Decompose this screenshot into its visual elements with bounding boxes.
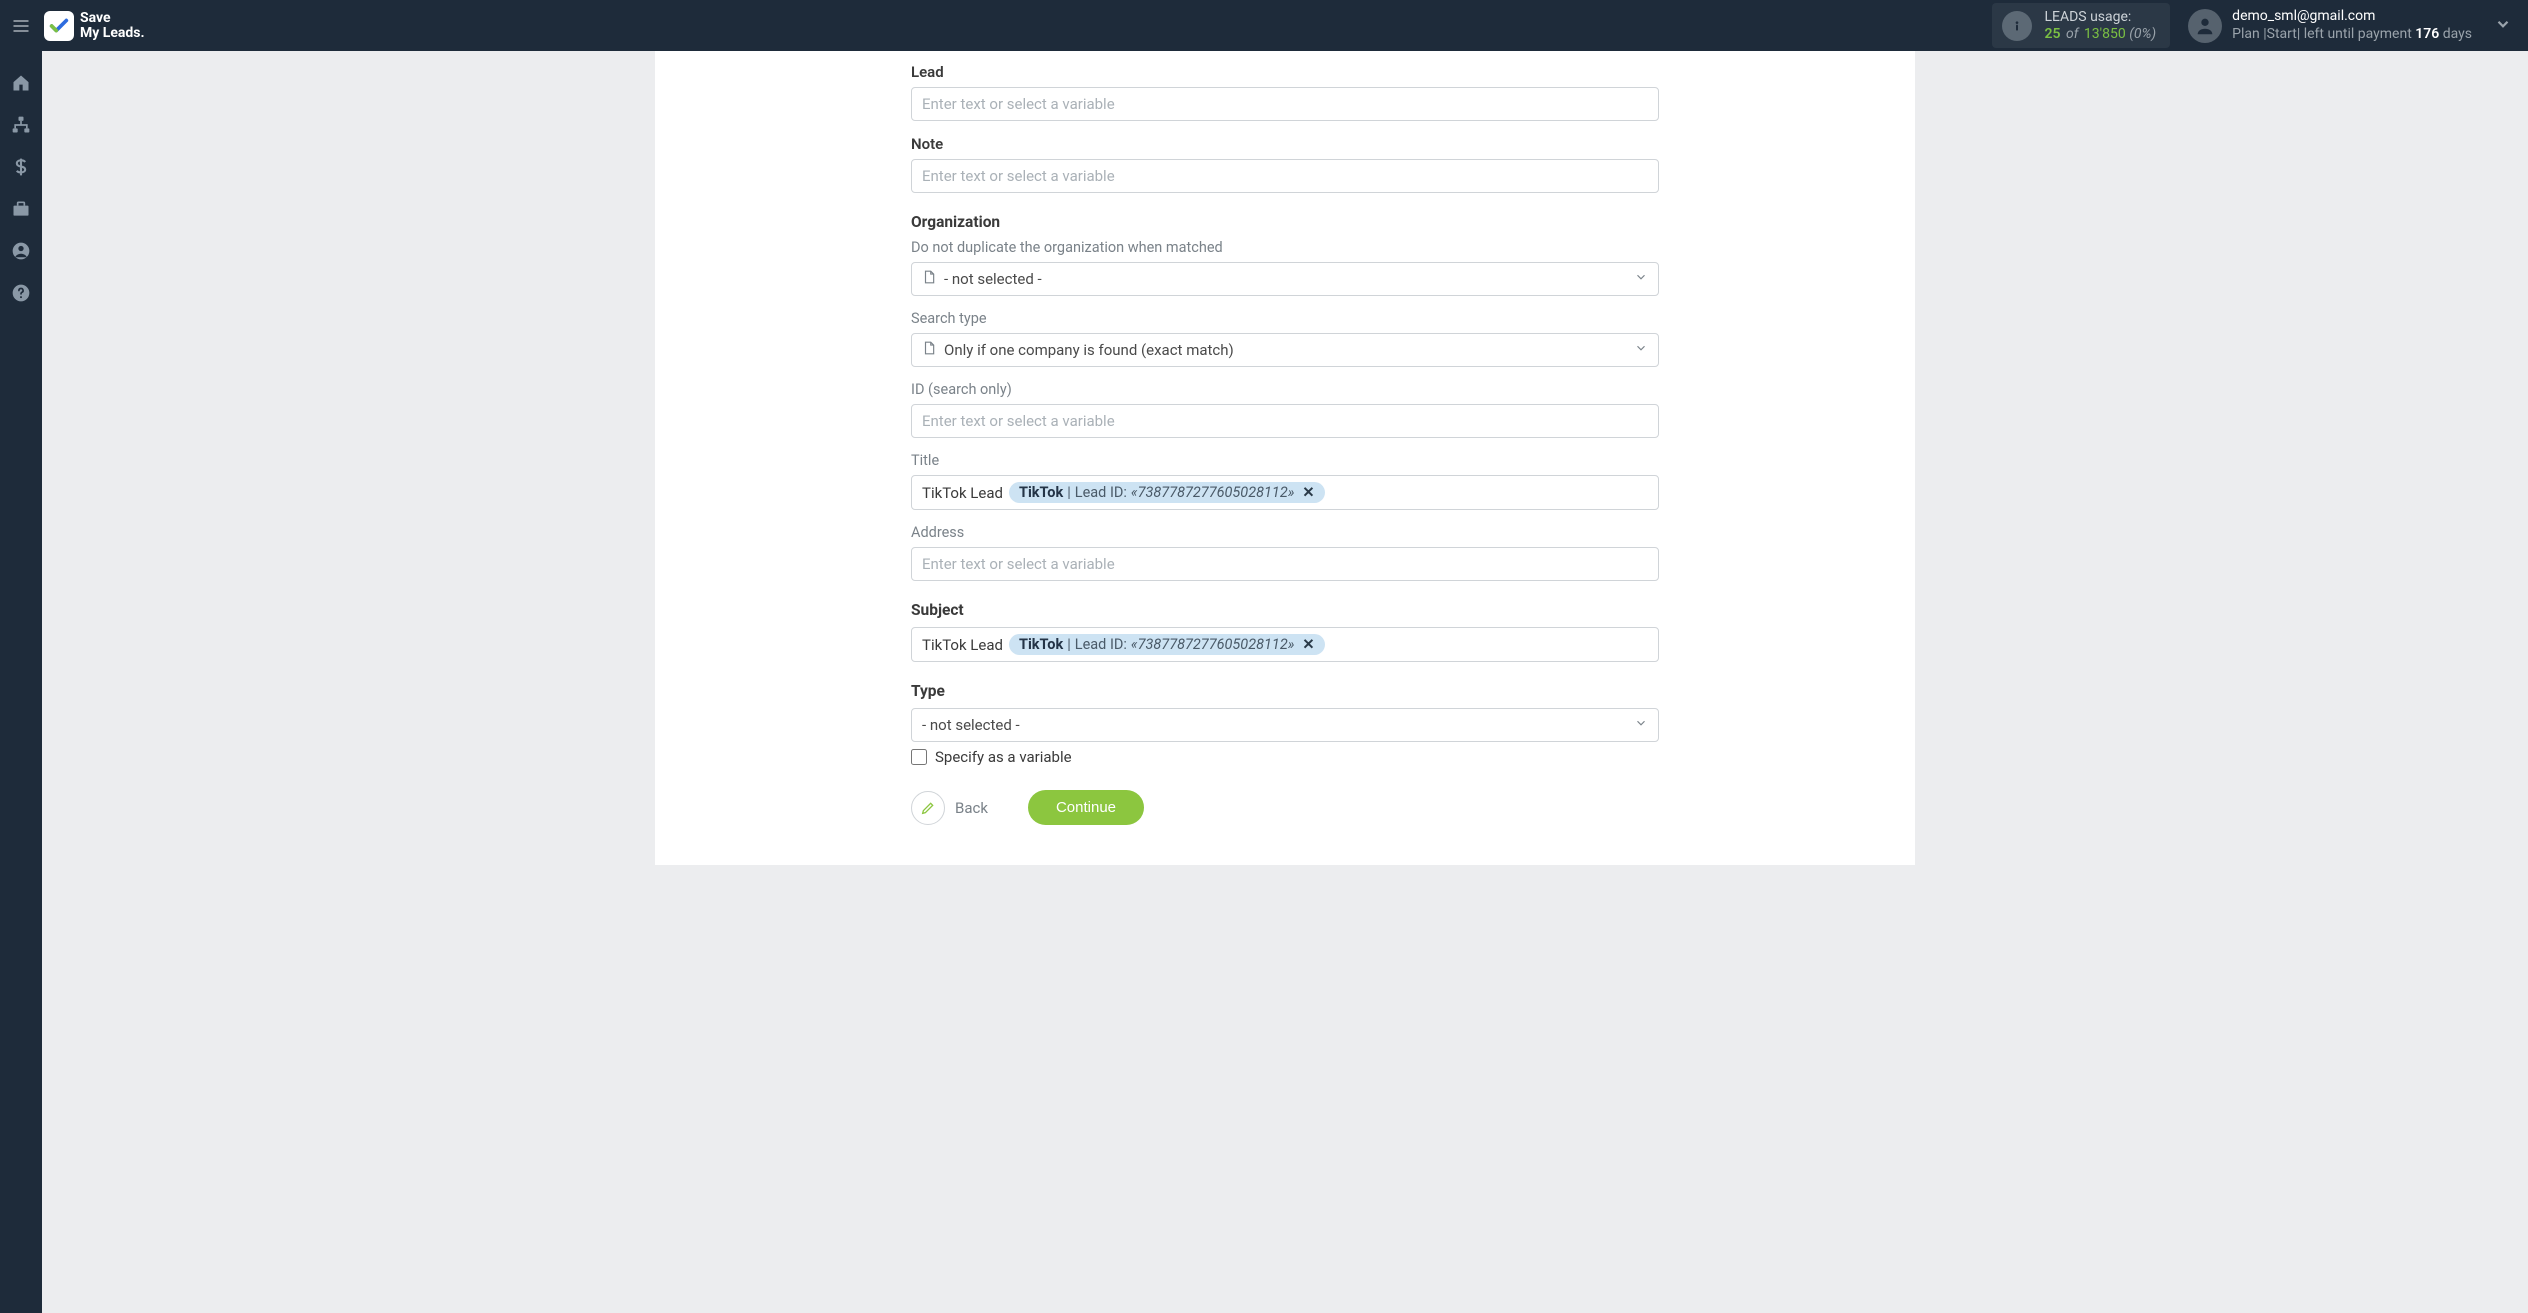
duplicate-label: Do not duplicate the organization when m… bbox=[911, 239, 1659, 256]
brand-text: Save My Leads. bbox=[80, 11, 145, 40]
avatar-icon bbox=[2188, 9, 2222, 43]
type-select[interactable]: - not selected - bbox=[911, 708, 1659, 742]
form-actions: Back Continue bbox=[911, 790, 1659, 825]
note-placeholder: Enter text or select a variable bbox=[922, 167, 1115, 185]
back-button[interactable]: Back bbox=[911, 791, 988, 825]
specify-variable-label[interactable]: Specify as a variable bbox=[935, 748, 1072, 766]
sidebar-connections[interactable] bbox=[0, 107, 42, 143]
pill-sep: | bbox=[1067, 636, 1071, 653]
pill-source: TikTok bbox=[1019, 636, 1063, 653]
usage-text: LEADS usage: 25 of 13'850 (0%) bbox=[2044, 9, 2156, 43]
remove-pill-icon[interactable]: ✕ bbox=[1302, 636, 1314, 653]
sidebar bbox=[0, 51, 42, 1313]
pill-sep: | bbox=[1067, 484, 1071, 501]
organization-section: Organization bbox=[911, 213, 1659, 231]
title-variable-pill[interactable]: TikTok | Lead ID: «7387787277605028112» … bbox=[1009, 482, 1325, 503]
address-input[interactable]: Enter text or select a variable bbox=[911, 547, 1659, 581]
title-prefix: TikTok Lead bbox=[922, 484, 1003, 502]
pill-value: «7387787277605028112» bbox=[1131, 636, 1294, 653]
duplicate-value: - not selected - bbox=[944, 270, 1042, 288]
lead-label: Lead bbox=[911, 63, 1659, 81]
type-value: - not selected - bbox=[922, 716, 1020, 734]
id-search-placeholder: Enter text or select a variable bbox=[922, 412, 1115, 430]
form-card: Lead Enter text or select a variable Not… bbox=[655, 51, 1915, 865]
specify-variable-checkbox[interactable] bbox=[911, 749, 927, 765]
pill-value: «7387787277605028112» bbox=[1131, 484, 1294, 501]
note-label: Note bbox=[911, 135, 1659, 153]
lead-input[interactable]: Enter text or select a variable bbox=[911, 87, 1659, 121]
pill-source: TikTok bbox=[1019, 484, 1063, 501]
topbar: Save My Leads. LEADS usage: 25 of 13'850… bbox=[0, 0, 2528, 51]
pill-label: Lead ID: bbox=[1075, 636, 1127, 653]
remove-pill-icon[interactable]: ✕ bbox=[1302, 484, 1314, 501]
info-icon bbox=[2002, 11, 2032, 41]
duplicate-select[interactable]: - not selected - bbox=[911, 262, 1659, 296]
usage-info[interactable]: LEADS usage: 25 of 13'850 (0%) bbox=[1992, 3, 2170, 49]
note-input[interactable]: Enter text or select a variable bbox=[911, 159, 1659, 193]
specify-variable-row: Specify as a variable bbox=[911, 748, 1659, 766]
lead-placeholder: Enter text or select a variable bbox=[922, 95, 1115, 113]
sidebar-billing[interactable] bbox=[0, 149, 42, 185]
sidebar-account[interactable] bbox=[0, 233, 42, 269]
file-icon bbox=[922, 340, 936, 360]
sidebar-business[interactable] bbox=[0, 191, 42, 227]
search-type-select[interactable]: Only if one company is found (exact matc… bbox=[911, 333, 1659, 367]
subject-section: Subject bbox=[911, 601, 1659, 619]
user-text: demo_sml@gmail.com Plan |Start| left unt… bbox=[2232, 8, 2472, 43]
address-placeholder: Enter text or select a variable bbox=[922, 555, 1115, 573]
type-section: Type bbox=[911, 682, 1659, 700]
search-type-value: Only if one company is found (exact matc… bbox=[944, 341, 1234, 359]
main-content: Lead Enter text or select a variable Not… bbox=[42, 51, 2528, 865]
subject-variable-pill[interactable]: TikTok | Lead ID: «7387787277605028112» … bbox=[1009, 634, 1325, 655]
title-label: Title bbox=[911, 452, 1659, 469]
pill-label: Lead ID: bbox=[1075, 484, 1127, 501]
sidebar-home[interactable] bbox=[0, 65, 42, 101]
continue-button[interactable]: Continue bbox=[1028, 790, 1144, 825]
user-menu[interactable]: demo_sml@gmail.com Plan |Start| left unt… bbox=[2188, 8, 2472, 43]
sidebar-help[interactable] bbox=[0, 275, 42, 311]
pencil-icon bbox=[911, 791, 945, 825]
chevron-down-icon bbox=[1634, 341, 1648, 359]
back-label: Back bbox=[955, 799, 988, 817]
file-icon bbox=[922, 269, 936, 289]
logo-mark-icon bbox=[44, 11, 74, 41]
chevron-down-icon bbox=[1634, 270, 1648, 288]
title-input[interactable]: TikTok Lead TikTok | Lead ID: «738778727… bbox=[911, 475, 1659, 510]
id-search-input[interactable]: Enter text or select a variable bbox=[911, 404, 1659, 438]
address-label: Address bbox=[911, 524, 1659, 541]
menu-toggle[interactable] bbox=[6, 11, 36, 41]
brand-logo[interactable]: Save My Leads. bbox=[44, 11, 145, 41]
chevron-down-icon bbox=[1634, 716, 1648, 734]
subject-prefix: TikTok Lead bbox=[922, 636, 1003, 654]
expand-user-panel[interactable] bbox=[2494, 15, 2512, 37]
search-type-label: Search type bbox=[911, 310, 1659, 327]
subject-input[interactable]: TikTok Lead TikTok | Lead ID: «738778727… bbox=[911, 627, 1659, 662]
id-search-label: ID (search only) bbox=[911, 381, 1659, 398]
